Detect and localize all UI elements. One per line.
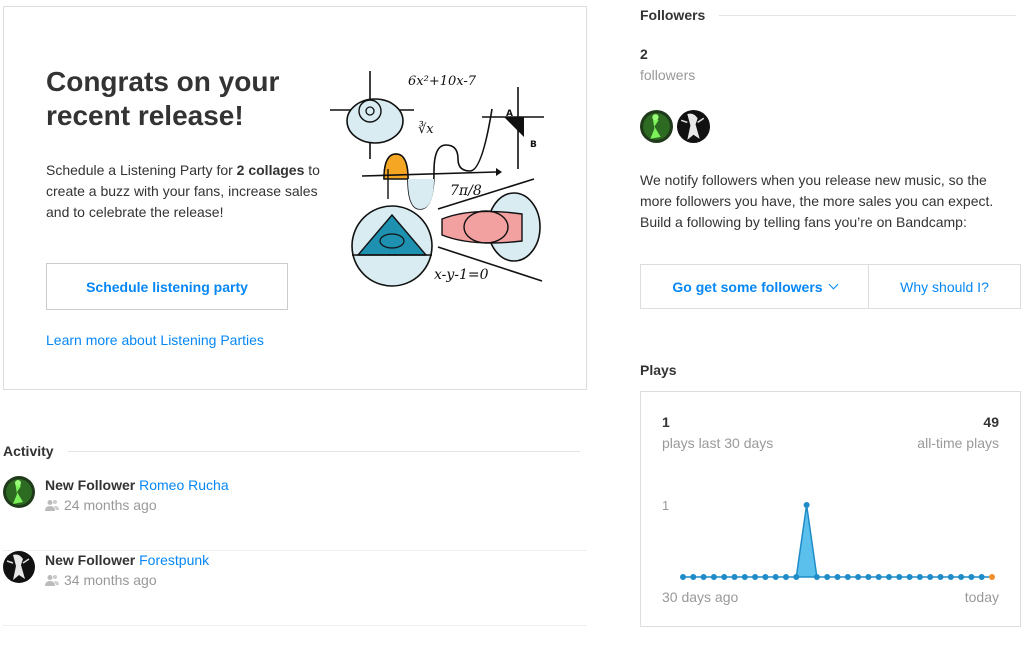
followers-description: We notify followers when you release new… — [640, 172, 994, 230]
plays-data-point[interactable] — [680, 574, 686, 580]
divider — [67, 450, 580, 452]
activity-timestamp: 34 months ago — [64, 572, 157, 588]
follower-avatars — [640, 110, 710, 143]
activity-type: New Follower — [45, 477, 136, 493]
chart-start-label: 30 days ago — [662, 589, 739, 605]
follower-name-link[interactable]: Romeo Rucha — [139, 477, 229, 493]
plays-data-point[interactable] — [762, 574, 769, 580]
plays-data-point[interactable] — [813, 574, 820, 580]
plays-data-point[interactable] — [906, 574, 913, 580]
follower-count: 2 — [640, 46, 648, 62]
plays-data-point[interactable] — [731, 574, 738, 580]
y-tick-label: 1 — [662, 498, 669, 513]
listening-party-promo-card: Congrats on your recent release! Schedul… — [3, 6, 587, 390]
green-figure-avatar[interactable] — [640, 110, 673, 143]
plays-card: 1 plays last 30 days 49 all-time plays 1… — [640, 391, 1021, 627]
plays-data-point[interactable] — [690, 574, 697, 580]
svg-text:A: A — [506, 109, 513, 119]
chart-end-label: today — [964, 589, 999, 605]
plays-data-point[interactable] — [803, 502, 810, 508]
people-icon — [45, 575, 59, 586]
plays-data-point[interactable] — [783, 574, 789, 580]
svg-text:∛x: ∛x — [418, 121, 434, 137]
followers-heading: Followers — [640, 7, 1016, 23]
plays-data-point[interactable] — [844, 574, 851, 580]
activity-item: New Follower Forestpunk 34 months ago — [3, 551, 587, 626]
activity-heading: Activity — [3, 443, 580, 459]
plays-data-point[interactable] — [721, 574, 728, 580]
plays-chart: 1 — [662, 498, 995, 580]
people-icon — [45, 500, 59, 511]
plays-data-point[interactable] — [793, 574, 800, 580]
plays-data-point[interactable] — [865, 574, 872, 580]
plays-data-point[interactable] — [700, 574, 707, 580]
plays-data-point[interactable] — [752, 574, 759, 580]
plays-data-point[interactable] — [741, 574, 748, 580]
activity-type: New Follower — [45, 552, 136, 568]
plays-data-point[interactable] — [896, 574, 903, 580]
alltime-plays-count: 49 — [983, 414, 999, 430]
white-figure-avatar[interactable] — [677, 110, 710, 143]
svg-text:6x²+10x-7: 6x²+10x-7 — [408, 74, 477, 89]
collage-count: 2 collages — [236, 162, 305, 178]
plays-area-series — [683, 504, 992, 578]
promo-title: Congrats on your recent release! — [46, 66, 280, 131]
follower-name-link[interactable]: Forestpunk — [139, 552, 209, 568]
svg-text:B: B — [530, 140, 537, 150]
white-figure-avatar[interactable] — [3, 551, 35, 583]
plays-data-point[interactable] — [772, 574, 779, 580]
go-get-followers-button[interactable]: Go get some followers — [641, 265, 869, 308]
plays-data-point[interactable] — [947, 574, 954, 580]
plays-data-point[interactable] — [916, 574, 923, 580]
plays-heading: Plays — [640, 362, 677, 378]
plays-data-point[interactable] — [710, 574, 717, 580]
plays-data-point[interactable] — [855, 574, 862, 580]
activity-item: New Follower Romeo Rucha 24 months ago — [3, 476, 587, 551]
plays-data-point[interactable] — [968, 574, 975, 580]
plays-data-point[interactable] — [875, 574, 882, 580]
why-should-i-button[interactable]: Why should I? — [869, 265, 1020, 308]
chevron-down-icon — [828, 279, 839, 290]
plays-data-point[interactable] — [886, 574, 892, 580]
learn-more-listening-parties-link[interactable]: Learn more about Listening Parties — [46, 332, 264, 348]
svg-text:x-y-1=0: x-y-1=0 — [434, 267, 489, 283]
plays-data-point[interactable] — [978, 574, 985, 580]
schedule-listening-party-button[interactable]: Schedule listening party — [46, 263, 288, 310]
follower-count-label: followers — [640, 67, 696, 83]
followers-button-group: Go get some followers Why should I? — [640, 264, 1021, 309]
activity-timestamp: 24 months ago — [64, 497, 157, 513]
math-doodle-illustration: 6x²+10x-7 ∛x A B 7π/8 x-y-1=0 — [330, 71, 544, 287]
divider — [719, 14, 1016, 16]
recent-plays-label: plays last 30 days — [662, 435, 774, 451]
plays-data-point[interactable] — [834, 574, 841, 580]
alltime-plays-label: all-time plays — [917, 435, 999, 451]
green-figure-avatar[interactable] — [3, 476, 35, 508]
promo-description: Schedule a Listening Party for 2 collage… — [46, 162, 320, 220]
recent-plays-count: 1 — [662, 414, 670, 430]
plays-data-point[interactable] — [824, 574, 831, 580]
plays-data-point[interactable] — [958, 574, 965, 580]
plays-data-point[interactable] — [937, 574, 944, 580]
plays-data-point[interactable] — [927, 574, 934, 580]
plays-data-point[interactable] — [989, 574, 995, 580]
